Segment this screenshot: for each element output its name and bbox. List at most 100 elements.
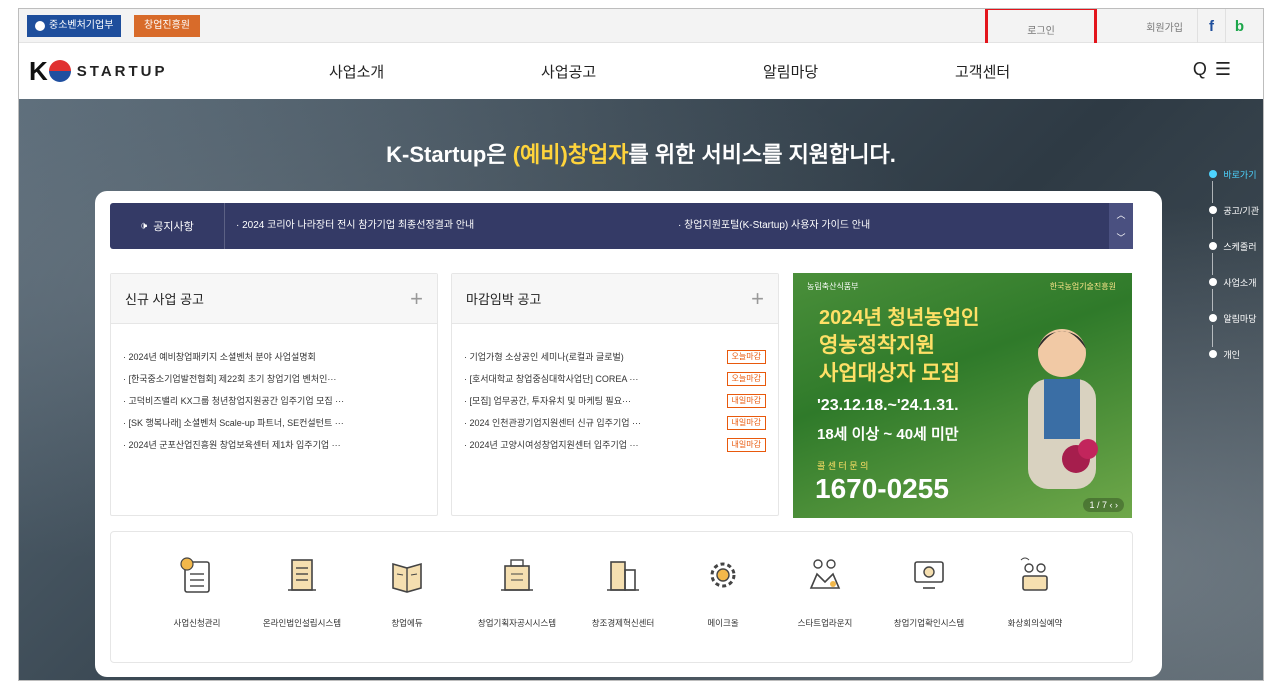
quick-link-label: 메이크올 [707, 618, 739, 628]
side-nav-personal[interactable]: 개인 [1207, 349, 1259, 385]
list-item[interactable]: · [호서대학교 창업중심대학사업단] COREA ··· 오늘마감 [464, 368, 766, 390]
side-nav-shortcut[interactable]: 바로가기 [1207, 169, 1259, 205]
menu-customer-center[interactable]: 고객센터 [955, 43, 1010, 99]
browser-frame: 중소벤처기업부 창업진흥원 로그인 회원가입 f b K STARTUP 사업소… [18, 8, 1264, 681]
quick-link-online-corp[interactable]: 온라인법인설립시스템 [252, 556, 352, 629]
kised-label: 창업진흥원 [144, 20, 190, 31]
bullet-icon [1209, 206, 1218, 214]
quick-link-label: 사업신청관리 [173, 618, 221, 628]
notice-label: 공지사항 [153, 221, 194, 233]
quick-link-label: 스타트업라운지 [797, 618, 853, 628]
bullet-icon [1209, 314, 1218, 322]
deadline-badge: 내일마감 [726, 416, 766, 430]
list-item[interactable]: · 2024 인천관광기업지원센터 신규 입주기업 ··· 내일마감 [464, 412, 766, 434]
headline-pre: K-Startup은 [386, 142, 513, 167]
deadline-badge: 오늘마감 [726, 372, 766, 386]
farmer-illustration [1028, 329, 1098, 489]
list-item[interactable]: · [SK 행복나래] 소셜벤처 Scale-up 파트너, SE컨설턴트 ··… [123, 412, 425, 434]
quick-link-startup-lounge[interactable]: 스타트업라운지 [775, 556, 875, 629]
side-nav-label: 공고/기관 [1223, 206, 1259, 216]
quick-link-edu[interactable]: 창업에듀 [357, 556, 457, 629]
blog-icon[interactable]: b [1225, 9, 1253, 43]
book-icon [392, 562, 422, 593]
quick-link-label: 창업기업확인시스템 [893, 618, 965, 628]
monitor-search-icon [914, 561, 944, 589]
bullet-icon [1209, 242, 1218, 250]
list-item[interactable]: · 2024년 예비창업패키지 소셜벤처 분야 사업설명회 [123, 346, 425, 368]
content-panel: 🕩 공지사항 · 2024 코리아 나라장터 전시 참가기업 최종선정결과 안내… [95, 191, 1162, 677]
side-nav-scheduler[interactable]: 스케줄러 [1207, 241, 1259, 277]
bullet-icon [1209, 350, 1218, 358]
bullet-icon [1209, 170, 1218, 178]
menu-news[interactable]: 알림마당 [763, 43, 818, 99]
quick-link-innovation-center[interactable]: 창조경제혁신센터 [573, 556, 673, 629]
deadline-badge: 오늘마감 [726, 350, 766, 364]
deadline-notice-board: 마감임박 공고 + · 기업가형 소상공인 세미나(로컬과 글로벌) 오늘마감 ·… [451, 273, 779, 516]
chevron-down-icon[interactable]: ﹀ [1116, 231, 1125, 244]
banner-date: '23.12.18.~'24.1.31. [817, 397, 959, 414]
promo-banner[interactable]: 농림축산식품부 한국농업기술진흥원 2024년 청년농업인 영농정착지원 사업대… [793, 273, 1132, 518]
list-item-text: · 2024년 군포산업진흥원 창업보육센터 제1차 입주기업 ··· [123, 440, 341, 450]
menu-business-notice[interactable]: 사업공고 [541, 43, 596, 99]
banner-org2: 한국농업기술진흥원 [1049, 282, 1116, 291]
logo-k: K [29, 55, 48, 86]
building-doc-icon [288, 559, 316, 591]
list-item-text: · 고덕비즈밸리 KX그룹 청년창업지원공간 입주기업 모집 ··· [123, 396, 345, 406]
kised-link[interactable]: 창업진흥원 [134, 15, 200, 37]
new-notice-board: 신규 사업 공고 + · 2024년 예비창업패키지 소셜벤처 분야 사업설명회… [110, 273, 438, 516]
search-icon[interactable]: Q [1193, 59, 1207, 80]
join-link[interactable]: 회원가입 [1132, 19, 1197, 34]
megaphone-icon: 🕩 [140, 219, 148, 232]
side-nav-label: 바로가기 [1223, 170, 1257, 180]
quick-link-makeall[interactable]: 메이크올 [673, 556, 773, 629]
notice-head: 🕩 공지사항 [110, 203, 225, 249]
quick-link-accelerator[interactable]: 창업기획자공시시스템 [467, 556, 567, 629]
chevron-up-icon[interactable]: ︿ [1116, 208, 1125, 221]
logo-circle-icon [48, 60, 71, 82]
menu-icon[interactable]: ☰ [1215, 59, 1231, 80]
list-item[interactable]: · 2024년 군포산업진흥원 창업보육센터 제1차 입주기업 ··· [123, 434, 425, 456]
quick-link-label: 창업에듀 [391, 618, 423, 628]
hero-headline: K-Startup은 (예비)창업자를 위한 서비스를 지원합니다. [19, 137, 1263, 169]
list-item-text: · [호서대학교 창업중심대학사업단] COREA ··· [464, 374, 639, 384]
list-item[interactable]: · [모집] 업무공간, 투자유치 및 마케팅 필요··· 내일마감 [464, 390, 766, 412]
gear-icon [710, 562, 736, 588]
bullet-icon [1209, 278, 1218, 286]
side-nav-news[interactable]: 알림마당 [1207, 313, 1259, 349]
side-quick-nav: 바로가기 공고/기관 스케줄러 사업소개 알림마당 개인 [1207, 169, 1259, 385]
plus-icon[interactable]: + [751, 286, 764, 312]
board-title: 마감임박 공고 [466, 292, 542, 307]
notice-arrows: ︿ ﹀ [1109, 203, 1133, 249]
list-item-text: · [SK 행복나래] 소셜벤처 Scale-up 파트너, SE컨설턴트 ··… [123, 418, 344, 428]
menu-business-intro[interactable]: 사업소개 [329, 43, 384, 99]
list-item[interactable]: · 기업가형 소상공인 세미나(로컬과 글로벌) 오늘마감 [464, 346, 766, 368]
side-nav-label: 스케줄러 [1223, 242, 1257, 252]
global-nav: K STARTUP 사업소개 사업공고 알림마당 고객센터 Q ☰ [19, 43, 1263, 99]
quick-link-video-meeting[interactable]: 화상회의실예약 [985, 556, 1085, 629]
banner-pager[interactable]: 1 / 7 ‹ › [1083, 498, 1124, 512]
side-nav-business[interactable]: 사업소개 [1207, 277, 1259, 313]
banner-org: 농림축산식품부 [807, 282, 859, 291]
document-list-icon [180, 557, 210, 593]
quick-link-application[interactable]: 사업신청관리 [147, 556, 247, 629]
list-item-text: · [모집] 업무공간, 투자유치 및 마케팅 필요··· [464, 396, 631, 406]
notice-item[interactable]: · 2024 코리아 나라장터 전시 참가기업 최종선정결과 안내 [236, 203, 474, 249]
quick-link-confirm[interactable]: 창업기업확인시스템 [879, 556, 979, 629]
deadline-badge: 내일마감 [726, 438, 766, 452]
gov-link[interactable]: 중소벤처기업부 [27, 15, 122, 37]
plus-icon[interactable]: + [410, 286, 423, 312]
list-item[interactable]: · 2024년 고양시여성창업지원센터 입주기업 ··· 내일마감 [464, 434, 766, 456]
office-building-icon [607, 561, 639, 591]
list-item[interactable]: · 고덕비즈밸리 KX그룹 청년창업지원공간 입주기업 모집 ··· [123, 390, 425, 412]
side-nav-label: 알림마당 [1223, 314, 1257, 324]
banner-line1: 2024년 청년농업인 [819, 307, 980, 329]
side-nav-notice-org[interactable]: 공고/기관 [1207, 205, 1259, 241]
list-item-text: · 2024년 예비창업패키지 소셜벤처 분야 사업설명회 [123, 352, 316, 362]
facebook-icon[interactable]: f [1197, 9, 1225, 43]
list-item[interactable]: · [한국중소기업발전협회] 제22회 초기 창업기업 벤처인··· [123, 368, 425, 390]
hero-section: K-Startup은 (예비)창업자를 위한 서비스를 지원합니다. 바로가기 … [19, 99, 1263, 680]
headline-highlight: (예비)창업자 [512, 142, 629, 167]
kstartup-logo[interactable]: K STARTUP [29, 55, 168, 86]
notice-item[interactable]: · 창업지원포털(K-Startup) 사용자 가이드 안내 [678, 203, 870, 249]
utility-bar: 중소벤처기업부 창업진흥원 로그인 회원가입 f b [19, 9, 1263, 51]
